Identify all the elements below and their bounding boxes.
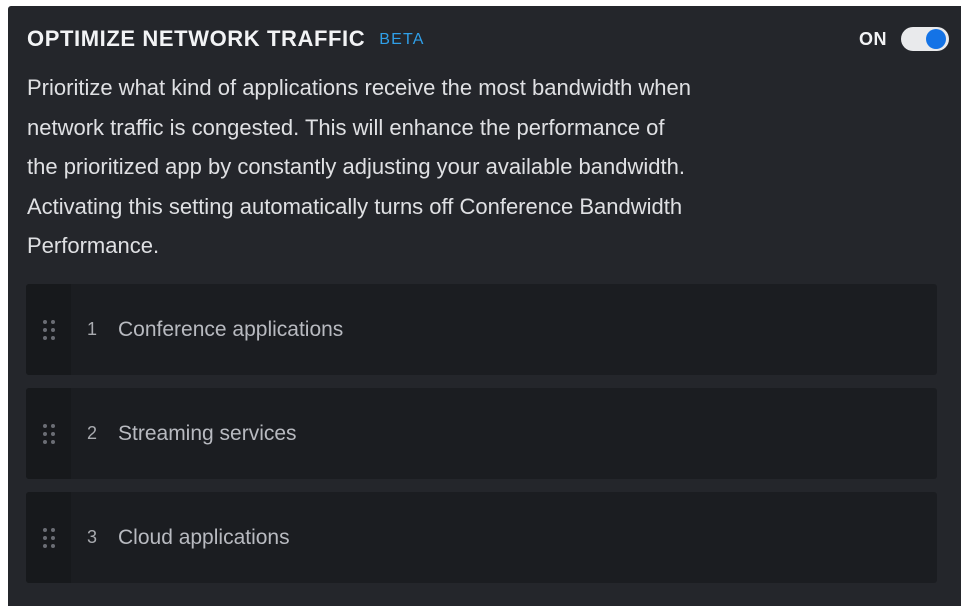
- item-label: Cloud applications: [118, 525, 290, 549]
- item-label: Conference applications: [118, 317, 344, 341]
- drag-handle-icon[interactable]: [26, 284, 71, 375]
- panel-description: Prioritize what kind of applications rec…: [27, 68, 887, 266]
- drag-handle-icon[interactable]: [26, 492, 71, 583]
- toggle-knob: [926, 29, 946, 49]
- item-rank: 3: [87, 527, 98, 547]
- drag-handle-icon[interactable]: [26, 388, 71, 479]
- priority-item-cloud[interactable]: 3 Cloud applications: [26, 492, 937, 583]
- description-line: Prioritize what kind of applications rec…: [27, 75, 692, 100]
- beta-badge: BETA: [379, 31, 425, 48]
- priority-list: 1 Conference applications 2 Streaming se…: [26, 284, 937, 596]
- description-line: Performance.: [27, 233, 160, 258]
- optimize-network-traffic-panel: OPTIMIZE NETWORK TRAFFIC BETA ON Priorit…: [8, 6, 961, 606]
- description-line: Activating this setting automatically tu…: [27, 193, 683, 219]
- item-rank: 1: [87, 319, 98, 339]
- priority-item-conference[interactable]: 1 Conference applications: [26, 284, 937, 375]
- item-label: Streaming services: [118, 421, 297, 445]
- panel-header: OPTIMIZE NETWORK TRAFFIC BETA ON: [27, 24, 949, 54]
- panel-title: OPTIMIZE NETWORK TRAFFIC: [27, 26, 366, 51]
- description-line: network traffic is congested. This will …: [27, 114, 665, 140]
- toggle-group: ON: [859, 27, 949, 51]
- optimize-toggle-switch[interactable]: [901, 27, 949, 51]
- item-rank: 2: [87, 423, 98, 443]
- priority-item-streaming[interactable]: 2 Streaming services: [26, 388, 937, 479]
- toggle-state-label: ON: [859, 28, 887, 49]
- description-line: the prioritized app by constantly adjust…: [27, 154, 685, 179]
